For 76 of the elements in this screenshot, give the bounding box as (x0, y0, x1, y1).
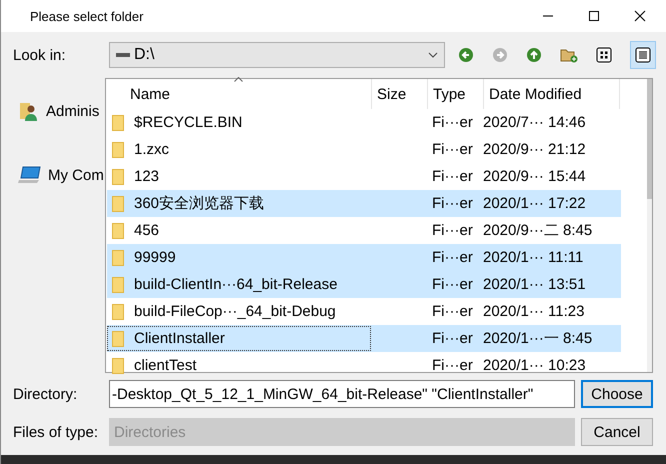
file-name: build-ClientIn···64_bit-Release (134, 276, 338, 293)
file-row[interactable]: 360安全浏览器下载 Fi···er 2020/1··· 17:22 (107, 190, 621, 217)
file-name: clientTest (134, 357, 197, 374)
sidebar-item[interactable]: My Com (1, 164, 105, 186)
date-modified: 2020/1··· 10:23 (483, 357, 586, 374)
date-modified: 2020/1··· 11:23 (483, 303, 584, 320)
user-folder-icon (18, 100, 40, 122)
folder-icon (112, 358, 124, 374)
file-row[interactable]: 99999 Fi···er 2020/1··· 11:11 (107, 244, 621, 271)
sidebar-item[interactable]: Adminis (1, 100, 105, 122)
column-header[interactable]: Type (428, 79, 484, 109)
window-title: Please select folder (30, 8, 144, 24)
date-modified: 2020/9··· 21:12 (483, 141, 586, 158)
list-view-icon (635, 47, 651, 63)
date-modified: 2020/9··· 15:44 (483, 168, 586, 185)
file-row[interactable]: build-FileCop···_64_bit-Debug Fi···er 2020/1··· 11:23 (107, 298, 621, 325)
file-name: 99999 (134, 249, 176, 266)
folder-icon (112, 168, 124, 184)
date-modified: 2020/1···一 8:45 (483, 329, 592, 348)
file-name: 360安全浏览器下载 (134, 194, 264, 213)
folder-icon (112, 250, 124, 266)
file-row[interactable]: clientTest Fi···er 2020/1··· 10:23 (107, 352, 621, 379)
detail-view-button[interactable] (630, 41, 656, 69)
scrollbar[interactable] (647, 79, 652, 372)
date-modified: 2020/7··· 14:46 (483, 114, 586, 131)
file-row[interactable]: 456 Fi···er 2020/9···二 8:45 (107, 217, 621, 244)
look-in-label: Look in: (12, 46, 67, 64)
file-row[interactable]: 123 Fi···er 2020/9··· 15:44 (107, 163, 621, 190)
date-modified: 2020/1··· 17:22 (483, 195, 586, 212)
file-name: build-FileCop···_64_bit-Debug (134, 303, 336, 320)
file-type: Fi···er (431, 141, 474, 158)
date-modified: 2020/1··· 11:11 (483, 249, 584, 266)
directory-label: Directory: (12, 386, 78, 402)
file-type: Fi···er (431, 195, 474, 212)
folder-icon (112, 304, 124, 320)
choose-button[interactable]: Choose (581, 380, 653, 408)
column-header[interactable]: Date Modified (484, 79, 620, 109)
file-type: Fi···er (431, 222, 474, 239)
column-header[interactable]: Name (106, 79, 372, 109)
grid-view-icon[interactable] (596, 47, 612, 63)
file-type: Fi···er (431, 168, 474, 185)
drive-icon (116, 52, 130, 58)
folder-icon (112, 142, 124, 158)
file-row[interactable]: 1.zxc Fi···er 2020/9··· 21:12 (107, 136, 621, 163)
close-icon[interactable] (634, 10, 646, 22)
files-of-type-label: Files of type: (12, 424, 100, 440)
sort-caret-icon (234, 77, 243, 82)
file-type: Fi···er (431, 330, 474, 347)
file-name: $RECYCLE.BIN (134, 114, 242, 131)
file-type: Fi···er (431, 303, 474, 320)
folder-icon (112, 276, 124, 292)
file-row[interactable]: build-ClientIn···64_bit-Release Fi···er 2020/1··· 13:51 (107, 271, 621, 298)
computer-icon (18, 165, 42, 185)
date-modified: 2020/1··· 13:51 (483, 276, 586, 293)
folder-icon (112, 114, 124, 130)
column-header[interactable]: Size (372, 79, 428, 109)
new-folder-icon[interactable] (560, 47, 578, 63)
cancel-button[interactable]: Cancel (581, 418, 653, 446)
folder-icon (112, 222, 124, 238)
file-name: 123 (134, 168, 160, 185)
file-name: ClientInstaller (134, 330, 225, 347)
chevron-icon (428, 52, 438, 58)
file-name: 1.zxc (134, 141, 170, 158)
date-modified: 2020/9···二 8:45 (483, 221, 592, 240)
file-type: Fi···er (431, 249, 474, 266)
directory-field[interactable]: -Desktop_Qt_5_12_1_MinGW_64_bit-Release" "ClientInstaller" (109, 380, 575, 408)
file-type: Fi···er (431, 357, 474, 374)
file-row[interactable]: ClientInstaller Fi···er 2020/1···一 8:45 (107, 325, 621, 352)
folder-icon (112, 330, 124, 346)
file-row[interactable]: $RECYCLE.BIN Fi···er 2020/7··· 14:46 (107, 109, 621, 136)
look-in-dropdown[interactable]: D:\ (109, 42, 445, 68)
folder-icon (112, 196, 124, 212)
file-type: Fi···er (431, 114, 474, 131)
file-name: 456 (134, 222, 160, 239)
maximize-icon[interactable] (588, 10, 600, 22)
file-type: Fi···er (431, 276, 474, 293)
